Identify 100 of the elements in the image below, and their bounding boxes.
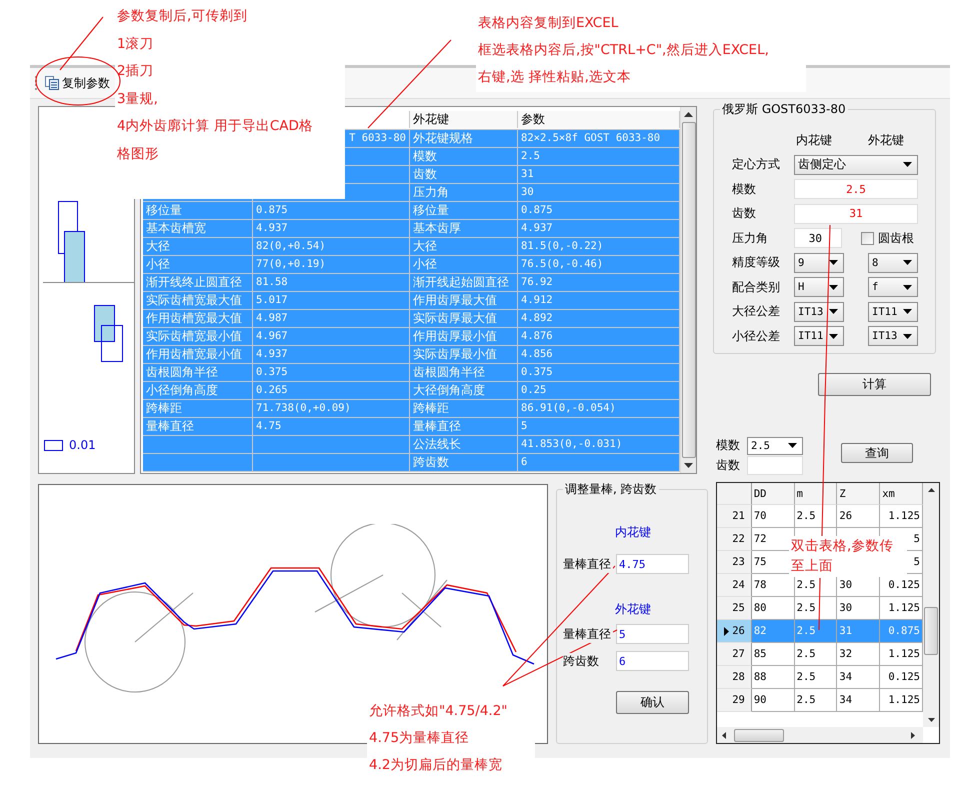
caret-icon <box>829 309 838 314</box>
table-cell: 26 <box>837 505 880 528</box>
input-field[interactable] <box>747 456 803 475</box>
column-header[interactable]: 外花键 <box>410 111 518 128</box>
scroll-right-icon[interactable] <box>911 732 915 738</box>
checkbox-label[interactable]: 圆齿根 <box>878 230 914 247</box>
row-header[interactable]: 25 <box>717 597 752 620</box>
table-cell: 2.5 <box>794 620 838 643</box>
tolerance-zone-drawing <box>94 305 124 363</box>
field-label: 量棒直径 <box>563 556 613 572</box>
legend-label: 0.01 <box>69 438 96 452</box>
field-label: 大径公差 <box>732 303 781 320</box>
annotation-text: 参数复制后,可传剃到 <box>117 7 248 26</box>
column-header[interactable]: DD <box>752 483 795 505</box>
annotation-text: 4.75为量棒直径 <box>369 729 470 748</box>
caret-icon <box>788 443 797 448</box>
input-field[interactable]: 30 <box>794 228 842 248</box>
copy-parameters-button[interactable]: 复制参数 <box>42 72 113 94</box>
row-header[interactable]: 26 <box>717 620 752 643</box>
leader-line <box>60 16 104 70</box>
column-header[interactable]: Z <box>837 483 880 505</box>
table-cell: 32 <box>837 643 880 666</box>
annotation-text: 允许格式如"4.75/4.2" <box>369 702 508 721</box>
dropdown[interactable]: 8 <box>868 252 918 273</box>
table-cell: 34 <box>837 666 880 689</box>
caret-icon <box>903 334 912 339</box>
section-title: 外花键 <box>614 601 652 618</box>
scrollbar[interactable] <box>680 107 696 473</box>
field-label: 小径公差 <box>732 328 781 345</box>
table-cell: 2.5 <box>794 666 838 689</box>
row-header[interactable]: 22 <box>717 528 752 551</box>
annotation-text: 4.2为切扁后的量棒宽 <box>369 756 504 775</box>
table-cell: 6 <box>518 454 680 472</box>
scrollbar[interactable] <box>923 483 939 727</box>
table-cell: 2.5 <box>794 689 838 712</box>
checkbox[interactable] <box>861 232 874 245</box>
caret-icon <box>903 260 912 266</box>
table-cell: 2.5 <box>794 505 838 528</box>
row-header[interactable]: 28 <box>717 666 752 689</box>
field-label: 齿数 <box>732 205 757 222</box>
dropdown[interactable]: 齿侧定心 <box>794 154 918 175</box>
scroll-down-icon[interactable] <box>684 463 693 468</box>
input-field[interactable]: 4.75 <box>616 554 689 574</box>
dropdown[interactable]: IT13 <box>868 326 918 346</box>
query-button[interactable]: 查询 <box>841 443 913 463</box>
table-cell: 34 <box>837 689 880 712</box>
dropdown[interactable]: 2.5 <box>747 436 803 454</box>
annotation-text: 表格内容复制到EXCEL <box>478 14 620 33</box>
column-header: 内花键 <box>795 132 832 149</box>
row-header[interactable]: 23 <box>717 551 752 574</box>
table-cell: 0.875 <box>880 620 923 643</box>
caret-icon <box>903 162 912 168</box>
scrollbar-thumb[interactable] <box>734 728 784 742</box>
dropdown[interactable]: IT11 <box>868 302 918 322</box>
dropdown[interactable]: IT11 <box>794 326 844 346</box>
group-title: 俄罗斯 GOST6033-80 <box>720 101 848 118</box>
column-header: 外花键 <box>868 132 904 149</box>
input-field[interactable]: 31 <box>794 204 918 224</box>
column-header[interactable]: m <box>794 483 838 505</box>
field-label: 精度等级 <box>732 254 781 272</box>
input-field[interactable]: 2.5 <box>794 179 918 200</box>
dropdown[interactable]: 9 <box>794 252 844 273</box>
scroll-up-icon[interactable] <box>684 112 693 117</box>
annotation-text: 2插刀 <box>117 62 155 81</box>
table-cell: 跨齿数 <box>410 454 518 472</box>
grip-icon <box>35 76 38 90</box>
row-header[interactable]: 27 <box>717 643 752 666</box>
dropdown[interactable]: f <box>868 277 918 298</box>
scroll-up-icon[interactable] <box>928 488 934 492</box>
confirm-button[interactable]: 确认 <box>616 691 689 714</box>
input-field[interactable]: 6 <box>616 651 689 671</box>
dropdown[interactable]: IT13 <box>794 302 844 322</box>
field-label: 齿数 <box>716 457 740 474</box>
table-cell: 85 <box>752 643 795 666</box>
section-title: 内花键 <box>614 524 652 541</box>
field-label: 量棒直径 <box>563 626 613 642</box>
row-header[interactable]: 24 <box>717 574 752 597</box>
legend-swatch-icon <box>44 440 63 450</box>
scroll-left-icon[interactable] <box>722 732 726 738</box>
row-header[interactable]: 21 <box>717 505 752 528</box>
scrollbar-thumb[interactable] <box>924 607 938 655</box>
table-cell: 88 <box>752 666 795 689</box>
table-cell: 2.5 <box>794 643 838 666</box>
scrollbar-thumb[interactable] <box>682 122 696 458</box>
scrollbar[interactable] <box>717 727 923 743</box>
copy-icon <box>45 76 59 90</box>
field-label: 配合类别 <box>732 278 781 296</box>
row-header[interactable]: 29 <box>717 689 752 712</box>
input-field[interactable]: 5 <box>616 624 689 644</box>
table-cell: 90 <box>752 689 795 712</box>
caret-icon <box>903 284 912 290</box>
calculate-button[interactable]: 计算 <box>818 373 931 396</box>
annotation-text: 右键,选 择性粘贴,选文本 <box>478 68 632 87</box>
caret-icon <box>903 309 912 314</box>
dropdown[interactable]: H <box>794 277 844 298</box>
caret-icon <box>829 260 838 266</box>
column-header[interactable]: 参数 <box>518 111 680 128</box>
scroll-down-icon[interactable] <box>928 718 934 722</box>
annotation-text: 1滚刀 <box>117 34 155 54</box>
caret-icon <box>829 334 838 339</box>
